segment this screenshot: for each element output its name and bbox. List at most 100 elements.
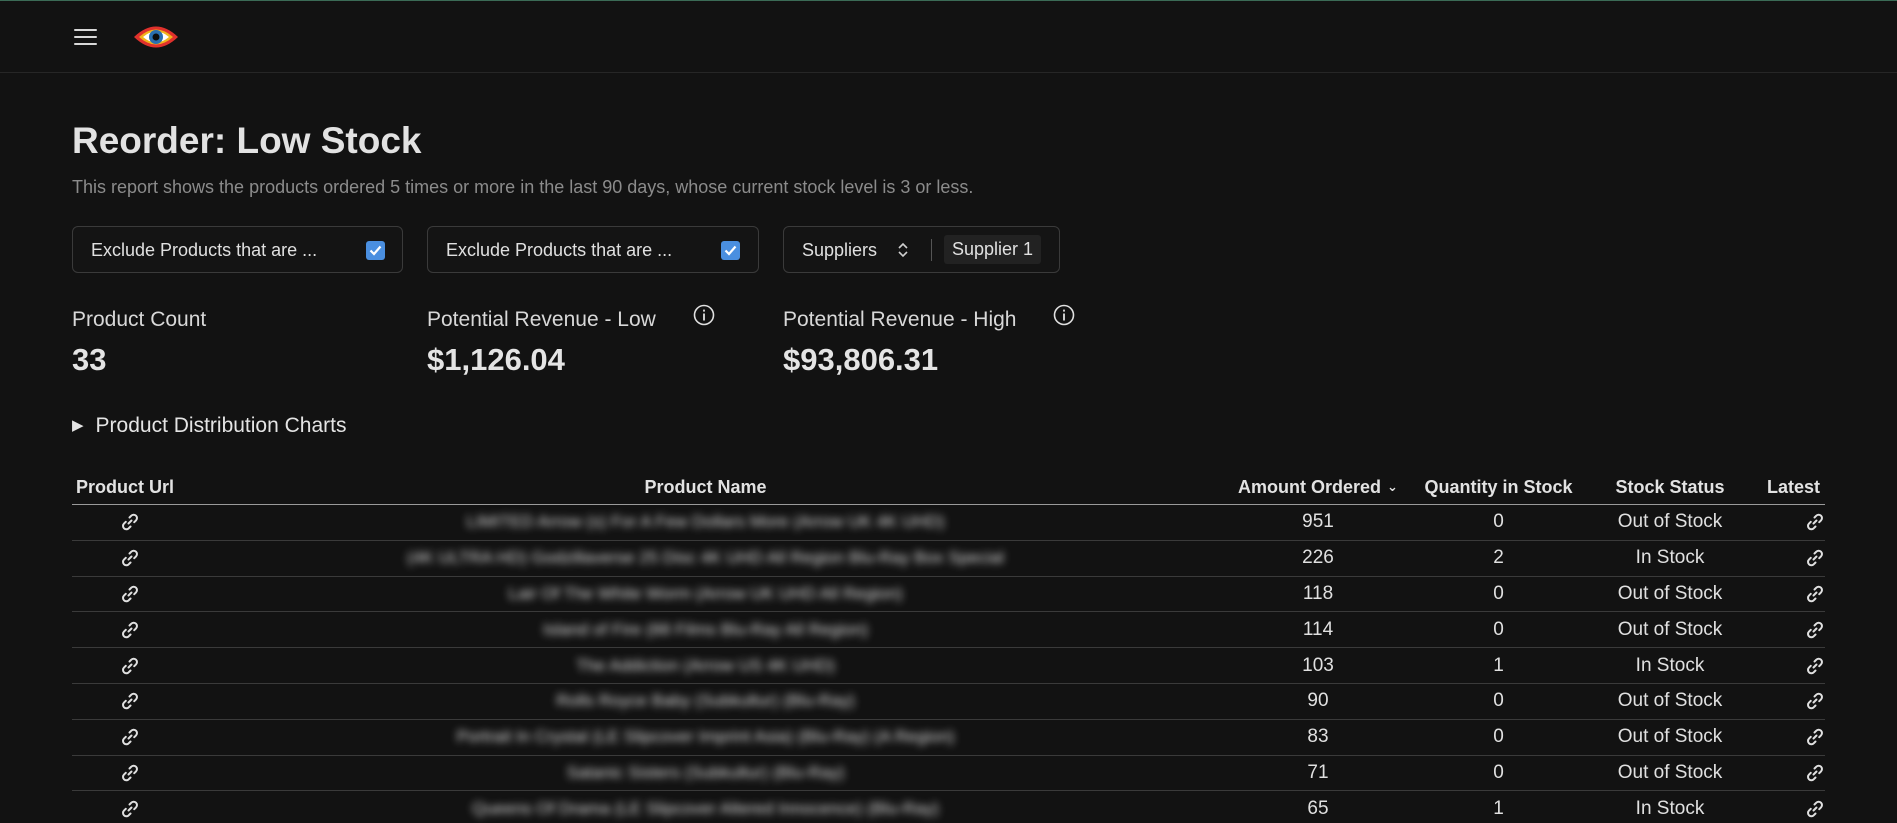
latest-order-url-cell [1755, 683, 1825, 720]
info-icon[interactable] [693, 304, 715, 326]
suppliers-label: Suppliers [802, 240, 878, 260]
column-header-product-url[interactable]: Product Url [72, 470, 187, 505]
revenue-low-value: $1,126.04 [427, 342, 565, 377]
suppliers-select[interactable]: Suppliers Supplier 1 [783, 226, 1060, 273]
link-icon[interactable] [120, 690, 140, 711]
disclosure-triangle-icon: ▶ [72, 417, 84, 434]
chevron-up-down-icon[interactable] [897, 241, 909, 259]
stock-status-cell: Out of Stock [1585, 576, 1755, 613]
products-table-container[interactable]: Product Url Product Name Amount Ordered ⌄… [72, 470, 1825, 823]
exclude-filter-1-checkbox[interactable] [366, 241, 385, 260]
link-icon[interactable] [120, 762, 140, 783]
product-url-cell [72, 504, 187, 541]
product-url-cell [72, 755, 187, 792]
exclude-filter-2-checkbox[interactable] [721, 241, 740, 260]
product-name: Satanic Sisters (Subkultur) (Blu-Ray) [566, 762, 845, 782]
link-icon[interactable] [1805, 726, 1825, 747]
product-distribution-charts-label: Product Distribution Charts [95, 414, 347, 437]
products-table: Product Url Product Name Amount Ordered ⌄… [72, 470, 1825, 823]
product-name: (4K ULTRA HD) Godzillaverse 25 Disc 4K U… [407, 548, 1004, 568]
product-url-cell [72, 576, 187, 613]
product-name-cell: (4K ULTRA HD) Godzillaverse 25 Disc 4K U… [187, 540, 1224, 577]
stock-status-cell: Out of Stock [1585, 683, 1755, 720]
amount-ordered-cell: 71 [1224, 755, 1412, 792]
link-icon[interactable] [120, 619, 140, 640]
table-row[interactable]: Portrait In Crystal (LE Slipcover Imprin… [72, 719, 1825, 756]
table-row[interactable]: (4K ULTRA HD) Godzillaverse 25 Disc 4K U… [72, 540, 1825, 577]
quantity-in-stock-cell: 0 [1412, 576, 1585, 613]
link-icon[interactable] [120, 547, 140, 568]
product-name-cell: LIMITED Arrow (s) For A Few Dollars More… [187, 504, 1224, 541]
info-icon[interactable] [1053, 304, 1075, 326]
link-icon[interactable] [1805, 762, 1825, 783]
column-header-product-name[interactable]: Product Name [187, 470, 1224, 505]
product-count-label: Product Count [72, 308, 207, 331]
product-name: Portrait In Crystal (LE Slipcover Imprin… [456, 727, 955, 747]
table-header-row: Product Url Product Name Amount Ordered ⌄… [72, 470, 1825, 505]
revenue-high-label: Potential Revenue - High [783, 308, 1017, 331]
exclude-filter-1[interactable]: Exclude Products that are ... [72, 226, 403, 273]
stock-status-cell: Out of Stock [1585, 504, 1755, 541]
amount-ordered-cell: 103 [1224, 647, 1412, 684]
table-row[interactable]: Satanic Sisters (Subkultur) (Blu-Ray) 71 0… [72, 755, 1825, 792]
stock-status-cell: Out of Stock [1585, 719, 1755, 756]
product-url-cell [72, 647, 187, 684]
product-name: The Addiction (Arrow US 4K UHD) [576, 655, 835, 675]
table-row[interactable]: Island of Fire (88 Films Blu-Ray All Reg… [72, 611, 1825, 649]
product-count-value: 33 [72, 342, 107, 377]
exclude-filter-2[interactable]: Exclude Products that are ... [427, 226, 759, 273]
link-icon[interactable] [1805, 583, 1825, 604]
table-row[interactable]: LIMITED Arrow (s) For A Few Dollars More… [72, 504, 1825, 541]
selected-supplier-chip[interactable]: Supplier 1 [944, 235, 1042, 264]
link-icon[interactable] [1805, 619, 1825, 640]
link-icon[interactable] [120, 583, 140, 604]
stock-status-cell: In Stock [1585, 540, 1755, 577]
quantity-in-stock-cell: 1 [1412, 790, 1585, 823]
product-name-cell: Portrait In Crystal (LE Slipcover Imprin… [187, 719, 1224, 756]
link-icon[interactable] [1805, 547, 1825, 568]
link-icon[interactable] [1805, 655, 1825, 676]
page-subtitle: This report shows the products ordered 5… [72, 177, 974, 197]
exclude-filter-2-label: Exclude Products that are ... [446, 240, 673, 260]
quantity-in-stock-cell: 1 [1412, 647, 1585, 684]
amount-ordered-cell: 83 [1224, 719, 1412, 756]
suppliers-divider [931, 239, 932, 261]
product-url-cell [72, 611, 187, 649]
latest-order-url-cell [1755, 576, 1825, 613]
link-icon[interactable] [120, 798, 140, 819]
column-header-latest-order-url[interactable]: Latest Order Url [1755, 470, 1825, 505]
table-row[interactable]: Lair Of The White Worm (Arrow UK UHD All… [72, 576, 1825, 613]
sort-descending-icon[interactable]: ⌄ [1387, 479, 1398, 495]
latest-order-url-cell [1755, 755, 1825, 792]
product-name: Rolls Royce Baby (Subkultur) (Blu-Ray) [556, 691, 855, 711]
hamburger-menu-icon[interactable] [74, 27, 98, 47]
table-row[interactable]: The Addiction (Arrow US 4K UHD) 103 1 In St… [72, 647, 1825, 684]
link-icon[interactable] [120, 726, 140, 747]
link-icon[interactable] [120, 511, 140, 532]
quantity-in-stock-cell: 0 [1412, 755, 1585, 792]
table-row[interactable]: Queens Of Drama (LE Slipcover Altered In… [72, 790, 1825, 823]
column-header-amount-ordered-label: Amount Ordered [1238, 476, 1382, 497]
product-distribution-charts-toggle[interactable]: ▶ Product Distribution Charts [72, 414, 346, 438]
link-icon[interactable] [1805, 511, 1825, 532]
column-header-amount-ordered[interactable]: Amount Ordered ⌄ [1224, 470, 1412, 505]
eye-logo-icon[interactable] [132, 20, 180, 54]
stock-status-cell: Out of Stock [1585, 755, 1755, 792]
quantity-in-stock-cell: 0 [1412, 504, 1585, 541]
table-row[interactable]: Rolls Royce Baby (Subkultur) (Blu-Ray) 90… [72, 683, 1825, 720]
latest-order-url-cell [1755, 719, 1825, 756]
link-icon[interactable] [1805, 798, 1825, 819]
link-icon[interactable] [1805, 690, 1825, 711]
revenue-high-value: $93,806.31 [783, 342, 939, 377]
amount-ordered-cell: 951 [1224, 504, 1412, 541]
product-url-cell [72, 719, 187, 756]
table-body: LIMITED Arrow (s) For A Few Dollars More… [72, 504, 1825, 823]
product-name-cell: Island of Fire (88 Films Blu-Ray All Reg… [187, 611, 1224, 649]
column-header-stock-status[interactable]: Stock Status [1585, 470, 1755, 505]
product-name: Queens Of Drama (LE Slipcover Altered In… [472, 798, 939, 818]
product-name: LIMITED Arrow (s) For A Few Dollars More… [466, 512, 945, 532]
amount-ordered-cell: 226 [1224, 540, 1412, 577]
column-header-quantity-in-stock[interactable]: Quantity in Stock [1412, 470, 1585, 505]
quantity-in-stock-cell: 2 [1412, 540, 1585, 577]
link-icon[interactable] [120, 655, 140, 676]
